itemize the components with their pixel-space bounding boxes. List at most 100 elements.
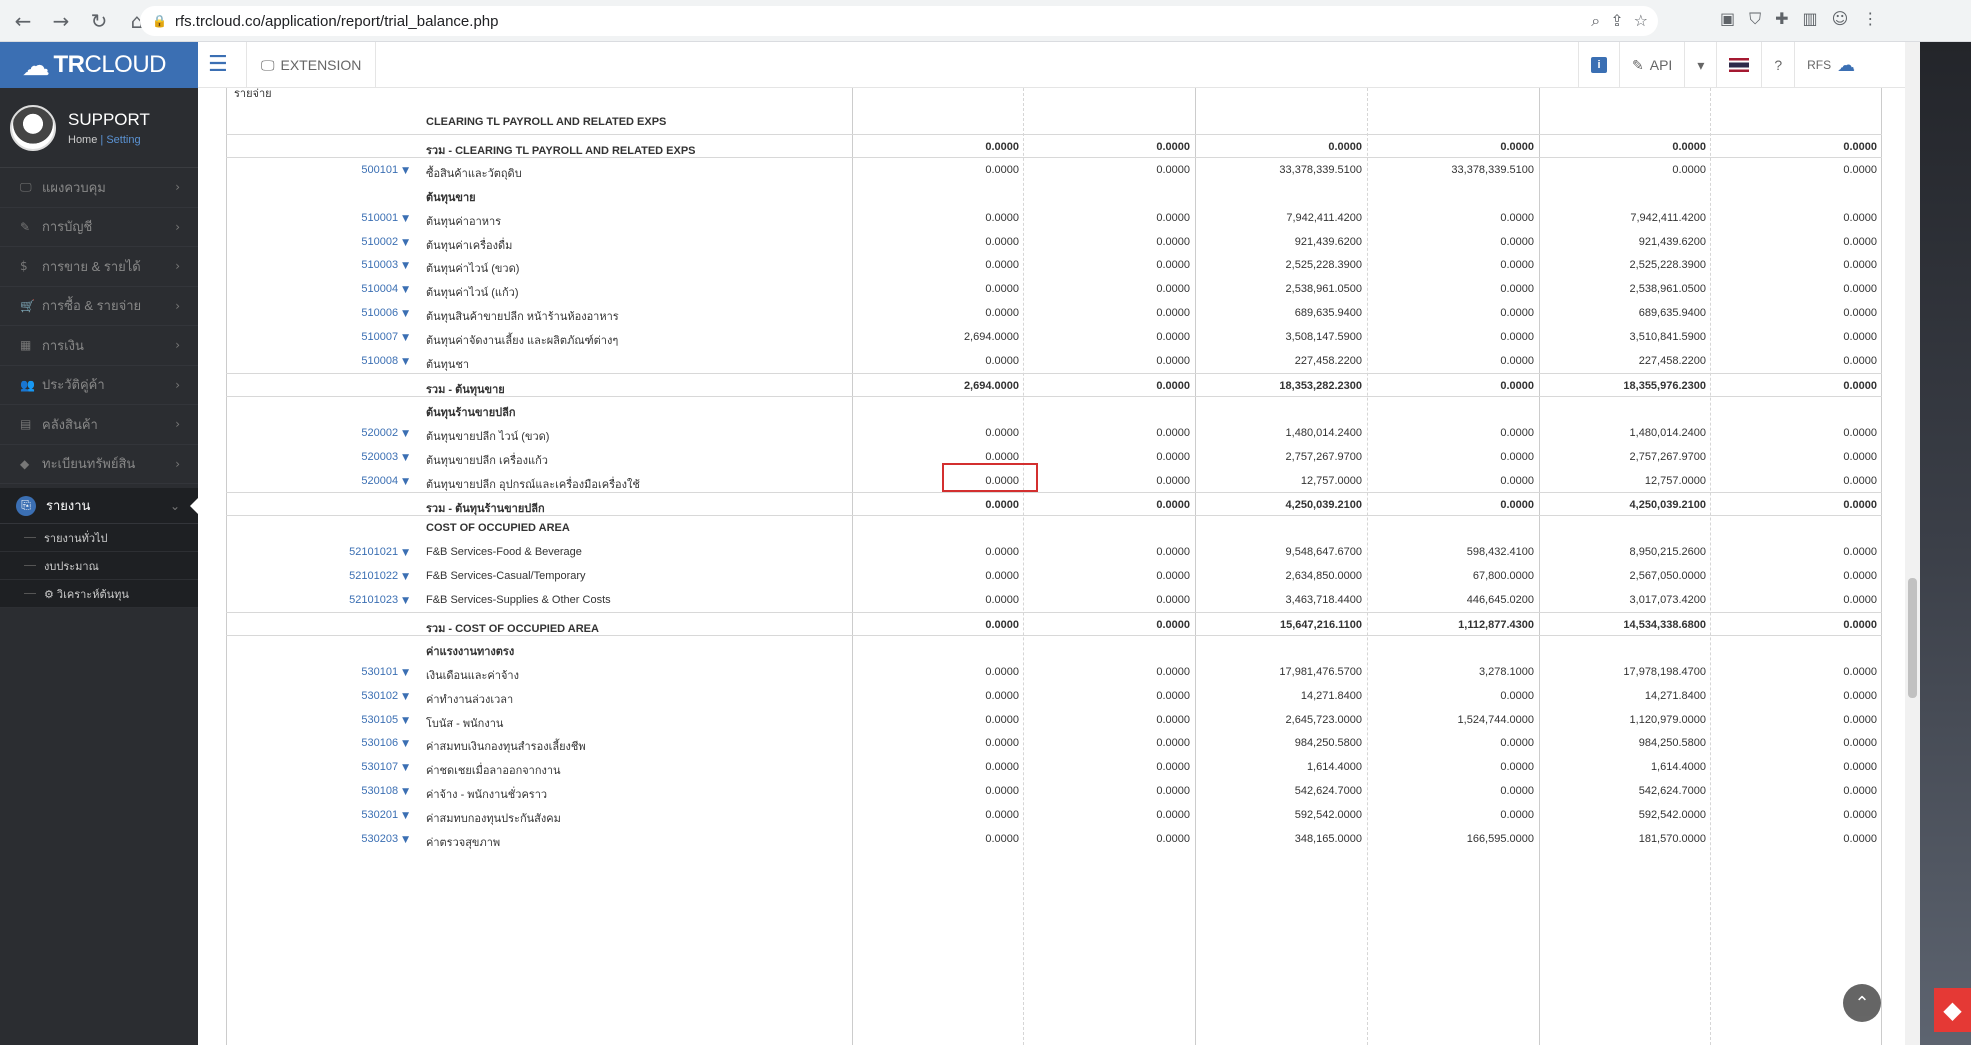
- scrollbar[interactable]: [1905, 42, 1920, 1045]
- sidebar-item[interactable]: $ การขาย & รายได้ ›: [0, 247, 198, 287]
- caret-down-icon: ▼: [402, 285, 409, 296]
- amount-cell: 592,542.0000: [1294, 809, 1362, 822]
- amount-cell: 0.0000: [1843, 546, 1877, 559]
- account-code-link[interactable]: 520003 ▼: [226, 451, 409, 463]
- sidebar-item[interactable]: ▤ คลังสินค้า ›: [0, 405, 198, 445]
- account-code-link[interactable]: 520004 ▼: [226, 475, 409, 487]
- amount-cell: 921,439.6200: [1638, 235, 1706, 248]
- address-bar[interactable]: 🔒 rfs.trcloud.co/application/report/tria…: [140, 6, 1658, 36]
- account-code-link[interactable]: 530201 ▼: [226, 809, 409, 821]
- brand-logo[interactable]: ☁ TR CLOUD: [0, 42, 198, 88]
- sidebar-item[interactable]: 👥 ประวัติคู่ค้า ›: [0, 366, 198, 405]
- account-code-link[interactable]: 510002 ▼: [226, 236, 409, 248]
- amount-cell: 0.0000: [1500, 689, 1534, 702]
- account-code-link[interactable]: 510008 ▼: [226, 355, 409, 367]
- amount-cell: 0.0000: [985, 499, 1019, 512]
- account-code-link[interactable]: 510004 ▼: [226, 283, 409, 295]
- table-row: 510008 ▼ ต้นทุนชา 0.0000 0.0000 227,458.2200 0…: [226, 349, 1882, 373]
- amount-cell: 0.0000: [1843, 235, 1877, 248]
- amount-cell: 1,524,744.0000: [1457, 713, 1534, 726]
- submenu-item[interactable]: งบประมาณ: [0, 552, 198, 580]
- sidepanel-icon[interactable]: ▥: [1803, 9, 1818, 29]
- info-icon: i: [1591, 57, 1607, 73]
- sidebar-item[interactable]: ▦ การเงิน ›: [0, 326, 198, 366]
- account-code-link[interactable]: 530203 ▼: [226, 833, 409, 845]
- scroll-top-button[interactable]: ⌃: [1843, 984, 1881, 1022]
- amount-cell: 0.0000: [985, 570, 1019, 583]
- account-name: ต้นทุนขายปลีก ไวน์ (ขวด): [426, 430, 550, 443]
- account-code-link[interactable]: 530107 ▼: [226, 761, 409, 773]
- amount-cell: 0.0000: [1156, 499, 1190, 512]
- extension-button[interactable]: 🖵 EXTENSION: [246, 42, 377, 88]
- sidebar-item[interactable]: ◆ ทะเบียนทรัพย์สิน ›: [0, 445, 198, 484]
- account-code-link[interactable]: 530106 ▼: [226, 737, 409, 749]
- user-menu[interactable]: RFS ☁: [1794, 42, 1867, 88]
- account-code-link[interactable]: 510003 ▼: [226, 259, 409, 271]
- account-code-link[interactable]: 510007 ▼: [226, 331, 409, 343]
- caret-down-icon: ▼: [402, 357, 409, 367]
- amount-cell: 0.0000: [1156, 259, 1190, 272]
- account-code-link[interactable]: 52101022 ▼: [226, 570, 409, 582]
- chevron-right-icon: ›: [175, 298, 180, 313]
- account-name: F&B Services-Food & Beverage: [426, 546, 582, 559]
- account-code-link[interactable]: 520002 ▼: [226, 427, 409, 439]
- amount-cell: 0.0000: [1500, 283, 1534, 296]
- account-code-link[interactable]: 510001 ▼: [226, 212, 409, 224]
- puzzle-icon[interactable]: ✚: [1775, 9, 1788, 29]
- sidebar-item[interactable]: 🖵 แผงควบคุม ›: [0, 168, 198, 208]
- account-code-link[interactable]: 510006 ▼: [226, 307, 409, 319]
- home-link[interactable]: Home: [68, 134, 97, 146]
- account-code-link[interactable]: 530108 ▼: [226, 785, 409, 797]
- profile-icon[interactable]: ☺: [1832, 9, 1849, 29]
- anydesk-icon[interactable]: ◆: [1934, 988, 1971, 1032]
- submenu-item[interactable]: ⚙ วิเคราะห์ต้นทุน: [0, 580, 198, 608]
- hamburger-menu-icon[interactable]: ☰: [208, 52, 228, 77]
- account-code-link[interactable]: 52101023 ▼: [226, 594, 409, 606]
- amount-cell: 0.0000: [1500, 426, 1534, 439]
- sidebar-item[interactable]: ✎ การบัญชี ›: [0, 208, 198, 247]
- amount-cell: 0.0000: [1156, 211, 1190, 224]
- menu-icon: ◆: [20, 456, 30, 471]
- amount-cell: 0.0000: [1156, 594, 1190, 606]
- bookmark-star-icon[interactable]: ☆: [1634, 11, 1648, 31]
- account-code-link[interactable]: 530101 ▼: [226, 666, 409, 678]
- zoom-icon[interactable]: ⌕: [1591, 11, 1600, 31]
- sidebar-item-report[interactable]: ⎘ รายงาน ⌄: [0, 488, 198, 524]
- amount-cell: 14,271.8400: [1644, 689, 1706, 702]
- account-code-link[interactable]: 500101 ▼: [226, 164, 409, 176]
- account-code-link[interactable]: 52101021 ▼: [226, 546, 409, 558]
- forward-icon[interactable]: →: [46, 6, 76, 36]
- account-code-link[interactable]: 530105 ▼: [226, 714, 409, 726]
- amount-cell: 14,534,338.6800: [1623, 618, 1706, 631]
- scrollbar-thumb[interactable]: [1908, 578, 1917, 698]
- total-row: รวม - ต้นทุนร้านขายปลีก 0.0000 0.0000 4,250…: [226, 492, 1882, 517]
- submenu-item[interactable]: รายงานทั่วไป: [0, 524, 198, 552]
- kebab-menu-icon[interactable]: ⋮: [1862, 9, 1878, 29]
- info-button[interactable]: i: [1578, 42, 1619, 88]
- api-button[interactable]: ✎ API: [1619, 42, 1684, 88]
- account-code-link[interactable]: 530102 ▼: [226, 690, 409, 702]
- account-name: F&B Services-Supplies & Other Costs: [426, 594, 611, 606]
- amount-cell: 0.0000: [985, 283, 1019, 296]
- avatar[interactable]: [10, 104, 56, 151]
- language-button[interactable]: [1716, 42, 1761, 88]
- amount-cell: 2,525,228.3900: [1629, 259, 1706, 272]
- setting-link[interactable]: Setting: [106, 134, 140, 146]
- amount-cell: 0.0000: [1156, 355, 1190, 367]
- back-icon[interactable]: ←: [8, 6, 38, 36]
- caret-down-icon: ▼: [402, 237, 409, 248]
- amount-cell: 0.0000: [985, 689, 1019, 702]
- shield-icon[interactable]: ⛉: [1749, 9, 1761, 29]
- account-name: ค่าสมทบเงินกองทุนสำรองเลี้ยงชีพ: [426, 741, 586, 754]
- help-button[interactable]: ?: [1761, 42, 1794, 88]
- extension-icon[interactable]: ▣: [1720, 9, 1735, 29]
- sidebar-item[interactable]: 🛒 การซื้อ & รายจ่าย ›: [0, 287, 198, 326]
- share-icon[interactable]: ⇪: [1610, 11, 1623, 31]
- amount-cell: 0.0000: [1156, 546, 1190, 559]
- reload-icon[interactable]: ↻: [84, 6, 114, 36]
- cloud-icon: ☁: [1837, 54, 1856, 75]
- dropdown-button[interactable]: ▾: [1684, 42, 1716, 88]
- table-row: 530108 ▼ ค่าจ้าง - พนักงานชั่วคราว 0.0000 0.…: [226, 779, 1882, 803]
- account-name: ซื้อสินค้าและวัตถุดิบ: [426, 167, 522, 180]
- amount-cell: 0.0000: [1156, 474, 1190, 487]
